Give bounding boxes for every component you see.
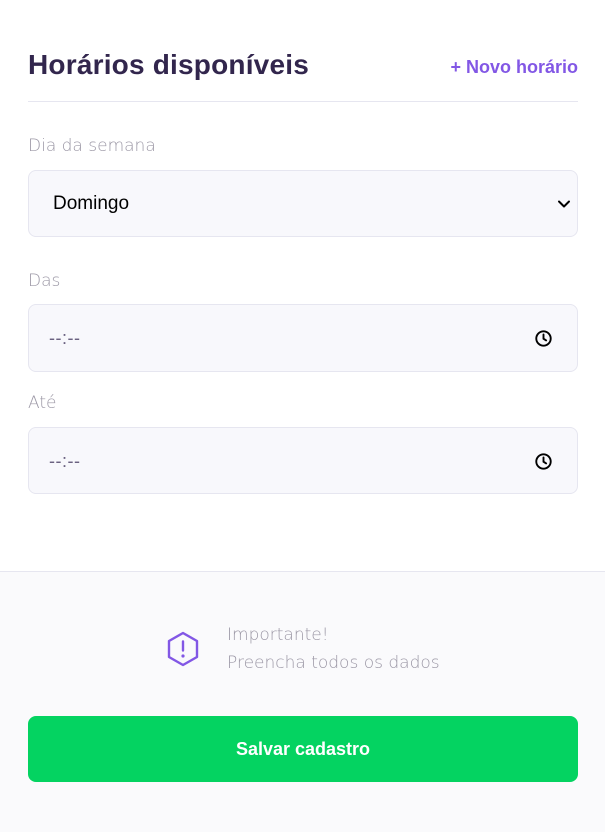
section-title: Horários disponíveis [28, 49, 309, 80]
to-time-label: Até [28, 393, 57, 413]
form-footer: Importante! Preencha todos os dados Salv… [0, 571, 605, 832]
save-button[interactable]: Salvar cadastro [28, 716, 578, 782]
weekday-label: Dia da semana [28, 136, 156, 156]
clock-icon[interactable] [534, 452, 553, 471]
to-time-input[interactable]: --:-- [28, 427, 578, 494]
from-time-input[interactable]: --:-- [28, 304, 578, 372]
notice-title: Importante! [227, 625, 329, 645]
schedule-header: Horários disponíveis + Novo horário [28, 46, 578, 102]
chevron-down-icon [558, 200, 570, 208]
weekday-select-value: Domingo [53, 193, 130, 214]
warning-icon [167, 631, 199, 667]
from-time-label: Das [28, 271, 61, 291]
important-notice: Importante! Preencha todos os dados [166, 622, 466, 682]
add-schedule-button[interactable]: + Novo horário [450, 57, 578, 78]
from-time-value: --:-- [49, 328, 81, 348]
schedule-card: Horários disponíveis + Novo horário Dia … [0, 0, 605, 832]
clock-icon[interactable] [534, 329, 553, 348]
to-time-value: --:-- [49, 451, 81, 471]
weekday-select[interactable]: Domingo [28, 170, 578, 237]
notice-text: Preencha todos os dados [227, 653, 440, 673]
